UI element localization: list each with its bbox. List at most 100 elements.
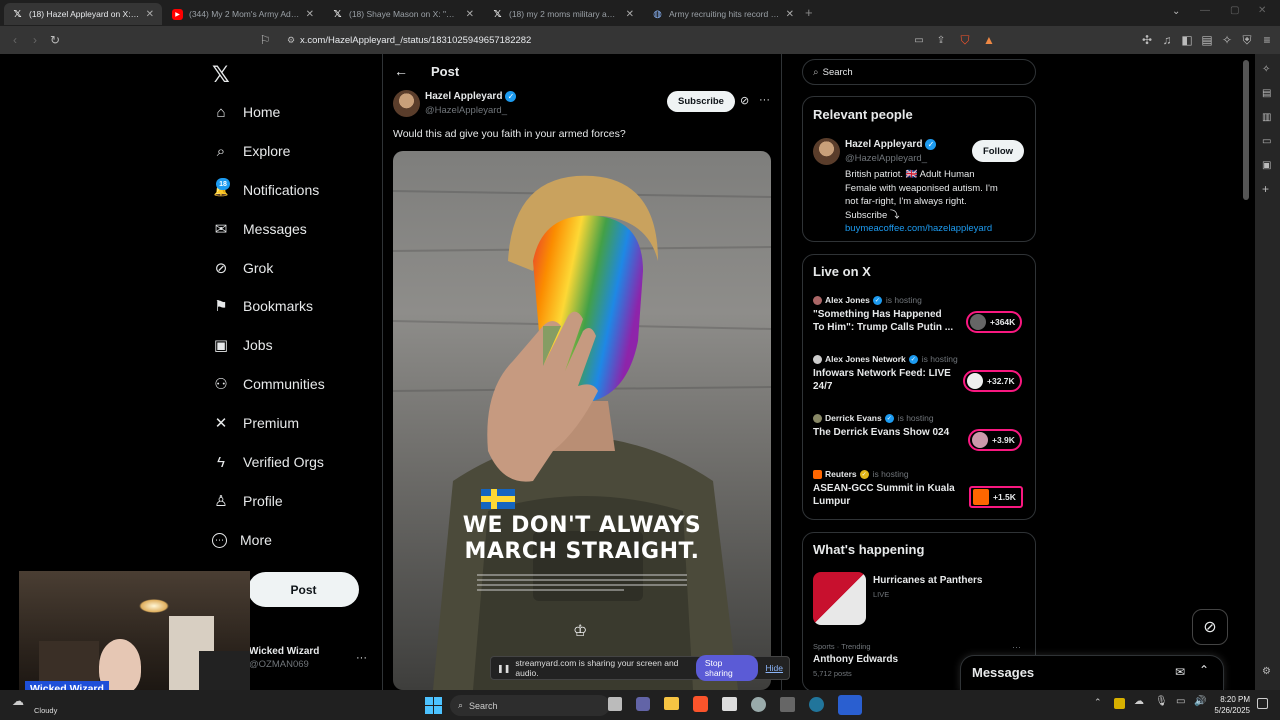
grok-explain-icon[interactable]: ⊘ [740, 94, 749, 107]
clock[interactable]: 8:20 PM 5/26/2025 [1210, 694, 1250, 716]
windows-start-icon[interactable] [425, 697, 442, 714]
file-explorer-icon[interactable] [664, 697, 679, 710]
vpn-icon[interactable]: ⛨ [1238, 31, 1256, 49]
browser-tab-2[interactable]: ▶ (344) My 2 Mom's Army Ad - D... ✕ [164, 3, 322, 25]
follow-button[interactable]: Follow [972, 140, 1024, 162]
relevant-name-row[interactable]: Hazel Appleyard ✓ [845, 139, 937, 150]
microphone-icon[interactable]: 🎙 [1155, 696, 1168, 707]
post-more-icon[interactable]: ··· [759, 94, 770, 106]
browser-tab-4[interactable]: 𝕏 (18) my 2 moms military add - Sea... ✕ [484, 3, 642, 25]
settings-taskbar-icon[interactable] [751, 697, 766, 712]
author-name-row[interactable]: Hazel Appleyard ✓ [425, 91, 517, 102]
event-thumbnail[interactable] [813, 572, 866, 625]
reload-icon[interactable]: ↻ [46, 31, 64, 49]
subscribe-button[interactable]: Subscribe [667, 91, 735, 112]
leo-icon[interactable]: ✧ [1262, 64, 1270, 75]
sidebar-item-explore[interactable]: ⌕ Explore [212, 137, 291, 165]
post-button[interactable]: Post [248, 572, 359, 607]
hide-button[interactable]: Hide [766, 663, 783, 673]
close-tab-icon[interactable]: ✕ [786, 9, 794, 20]
store-icon[interactable] [722, 697, 737, 711]
grok-float-button[interactable]: ⊘ [1192, 609, 1228, 645]
close-tab-icon[interactable]: ✕ [466, 9, 474, 20]
task-view-icon[interactable] [608, 697, 622, 711]
menu-icon[interactable]: ≡ [1258, 31, 1276, 49]
back-arrow-icon[interactable]: ← [394, 63, 408, 79]
author-avatar[interactable] [393, 90, 420, 117]
wordpress-icon[interactable] [809, 697, 824, 712]
live-listener-badge[interactable]: +32.7K [963, 370, 1022, 392]
event-title[interactable]: Hurricanes at Panthers [873, 575, 983, 586]
extensions-icon[interactable]: ✣ [1138, 31, 1156, 49]
minimize-icon[interactable]: — [1200, 5, 1210, 16]
sidebar-item-grok[interactable]: ⊘ Grok [212, 254, 274, 282]
x-logo-icon[interactable]: 𝕏 [212, 62, 230, 88]
new-tab-icon[interactable]: + [805, 5, 813, 20]
search-input[interactable]: ⌕ Search [802, 59, 1036, 85]
relevant-avatar[interactable] [813, 138, 840, 165]
sidebar-item-more[interactable]: ⋯ More [212, 526, 272, 554]
tray-chevron-icon[interactable]: ⌃ [1094, 697, 1102, 708]
tweet-image[interactable]: WE DON'T ALWAYS MARCH STRAIGHT. ♔ [393, 151, 771, 690]
live-listener-badge[interactable]: +3.9K [968, 429, 1022, 451]
bookmark-page-icon[interactable]: ⚐ [256, 31, 274, 49]
bio-link[interactable]: buymeacoffee.com/hazelappleyard [845, 222, 998, 236]
taskbar-search[interactable]: ⌕ Search [450, 695, 610, 716]
teams-icon[interactable] [636, 697, 650, 711]
sidebar-item-profile[interactable]: ♙ Profile [212, 487, 282, 515]
share-icon[interactable]: ⇪ [932, 31, 950, 49]
bookmarks-panel-icon[interactable]: ▤ [1262, 88, 1271, 99]
browser-tab-5[interactable]: ◍ Army recruiting hits record highs a...… [644, 3, 802, 25]
tray-cloud-icon[interactable]: ☁ [1134, 696, 1144, 707]
app-taskbar-icon[interactable] [780, 697, 795, 712]
tab-list-chevron-icon[interactable]: ⌄ [1172, 6, 1180, 17]
sidebar-item-bookmarks[interactable]: ⚑ Bookmarks [212, 292, 313, 320]
history-icon[interactable]: ▭ [1262, 136, 1271, 147]
close-tab-icon[interactable]: ✕ [146, 9, 154, 20]
cast-icon[interactable]: ▭ [910, 31, 928, 49]
author-handle[interactable]: @HazelAppleyard_ [425, 105, 507, 116]
live-listener-badge[interactable]: +1.5K [969, 486, 1023, 508]
network-icon[interactable]: ▭ [1176, 696, 1185, 707]
sidebar-item-communities[interactable]: ⚇ Communities [212, 370, 324, 398]
streamyard-taskbar-icon[interactable] [838, 695, 862, 715]
account-switcher[interactable]: Wicked Wizard @OZMAN069 [249, 646, 319, 670]
new-message-icon[interactable]: ✉ [1175, 665, 1185, 679]
close-tab-icon[interactable]: ✕ [306, 9, 314, 20]
back-arrow-icon[interactable]: ‹ [6, 31, 24, 49]
browser-tab-1[interactable]: 𝕏 (18) Hazel Appleyard on X: "W... ✕ [4, 3, 162, 25]
forward-arrow-icon[interactable]: › [26, 31, 44, 49]
messages-drawer[interactable]: Messages ✉ ⌃ [960, 655, 1224, 691]
browser-tab-3[interactable]: 𝕏 (18) Shaye Mason on X: "Remembe... ✕ [324, 3, 482, 25]
expand-chevron-icon[interactable]: ⌃ [1199, 663, 1209, 677]
add-panel-icon[interactable]: + [1262, 182, 1269, 196]
weather-icon[interactable]: ☁ [12, 694, 24, 708]
reading-list-icon[interactable]: ▥ [1262, 112, 1271, 123]
leo-icon[interactable]: ✧ [1218, 31, 1236, 49]
account-more-icon[interactable]: ··· [356, 652, 367, 664]
sidebar-item-verified-orgs[interactable]: ϟ Verified Orgs [212, 448, 324, 476]
sidebar-item-messages[interactable]: ✉ Messages [212, 215, 307, 243]
volume-icon[interactable]: 🔊 [1194, 696, 1206, 707]
brave-taskbar-icon[interactable] [693, 696, 708, 712]
close-window-icon[interactable]: ✕ [1258, 5, 1266, 16]
trend-more-icon[interactable]: ··· [1012, 642, 1021, 652]
stop-sharing-button[interactable]: Stop sharing [695, 655, 758, 681]
maximize-icon[interactable]: ▢ [1230, 5, 1239, 16]
tray-app-icon[interactable] [1114, 698, 1125, 709]
sidebar-toggle-icon[interactable]: ◧ [1178, 31, 1196, 49]
page-scrollbar[interactable] [1243, 60, 1249, 200]
close-tab-icon[interactable]: ✕ [626, 9, 634, 20]
sidebar-item-jobs[interactable]: ▣ Jobs [212, 331, 273, 359]
playlist-icon[interactable]: ▣ [1262, 160, 1271, 171]
site-settings-icon[interactable]: ⚙ [282, 31, 300, 49]
panel-settings-icon[interactable]: ⚙ [1262, 666, 1271, 677]
wallet-icon[interactable]: ▤ [1198, 31, 1216, 49]
brave-rewards-icon[interactable]: ▲ [980, 31, 998, 49]
notification-center-icon[interactable] [1257, 698, 1268, 709]
trend-name[interactable]: Anthony Edwards [813, 654, 898, 665]
live-listener-badge[interactable]: +364K [966, 311, 1023, 333]
brave-shield-icon[interactable]: ⛉ [956, 31, 974, 49]
address-bar[interactable]: x.com/HazelAppleyard_/status/18310259496… [300, 32, 900, 48]
sidebar-item-home[interactable]: ⌂ Home [212, 98, 280, 126]
